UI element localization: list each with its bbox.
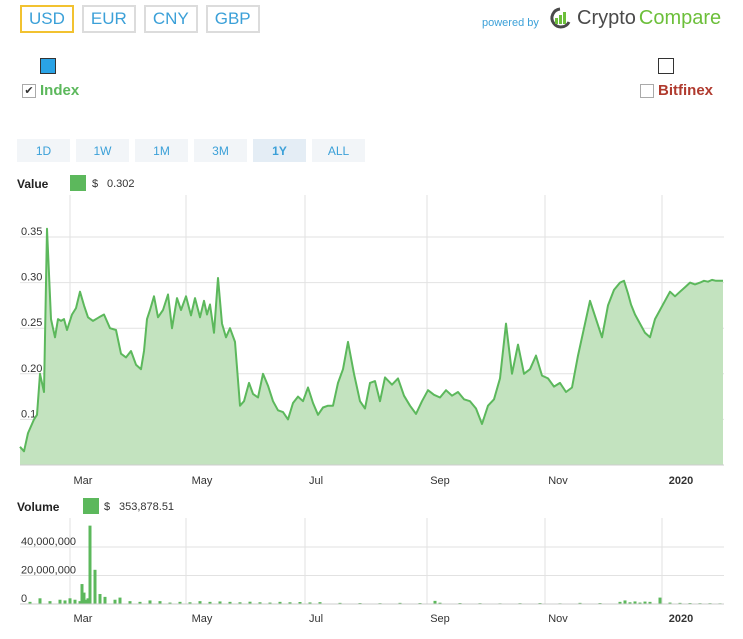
- price-ytick-label: 0.25: [21, 317, 42, 329]
- volume-xtick-label: Mar: [74, 613, 93, 625]
- volume-xtick-label: 2020: [669, 613, 693, 625]
- volume-bar: [103, 596, 107, 604]
- volume-xtick-label: Sep: [430, 613, 450, 625]
- volume-xtick-label: May: [192, 613, 213, 625]
- price-xtick-label: Jul: [309, 475, 323, 487]
- price-xtick-label: Nov: [548, 475, 568, 487]
- volume-bar: [73, 599, 77, 604]
- volume-bar: [148, 600, 152, 604]
- volume-bar: [63, 600, 67, 604]
- price-xtick-label: Mar: [74, 475, 93, 487]
- volume-ytick-label: 40,000,000: [21, 536, 76, 548]
- volume-bar: [58, 599, 62, 604]
- price-xtick-label: 2020: [669, 475, 693, 487]
- price-xtick-label: Sep: [430, 475, 450, 487]
- price-ytick-label: 0.30: [21, 272, 42, 284]
- volume-bar: [118, 597, 122, 604]
- volume-xtick-label: Nov: [548, 613, 568, 625]
- volume-bar: [38, 598, 42, 604]
- volume-bar: [623, 600, 627, 604]
- price-volume-chart[interactable]: 0.350.300.250.200.150.10MarMayJulSepNov2…: [0, 0, 743, 639]
- volume-bar: [93, 569, 97, 604]
- price-area-fill: [20, 228, 723, 465]
- volume-ytick-label: 0: [21, 593, 27, 605]
- volume-bar: [88, 525, 92, 604]
- volume-ytick-label: 20,000,000: [21, 565, 76, 577]
- volume-xtick-label: Jul: [309, 613, 323, 625]
- price-xtick-label: May: [192, 475, 213, 487]
- price-ytick-label: 0.20: [21, 363, 42, 375]
- volume-bar: [98, 594, 102, 604]
- volume-bar: [68, 598, 72, 604]
- volume-bar: [658, 597, 662, 604]
- volume-bar: [113, 599, 117, 604]
- price-ytick-label: 0.35: [21, 226, 42, 238]
